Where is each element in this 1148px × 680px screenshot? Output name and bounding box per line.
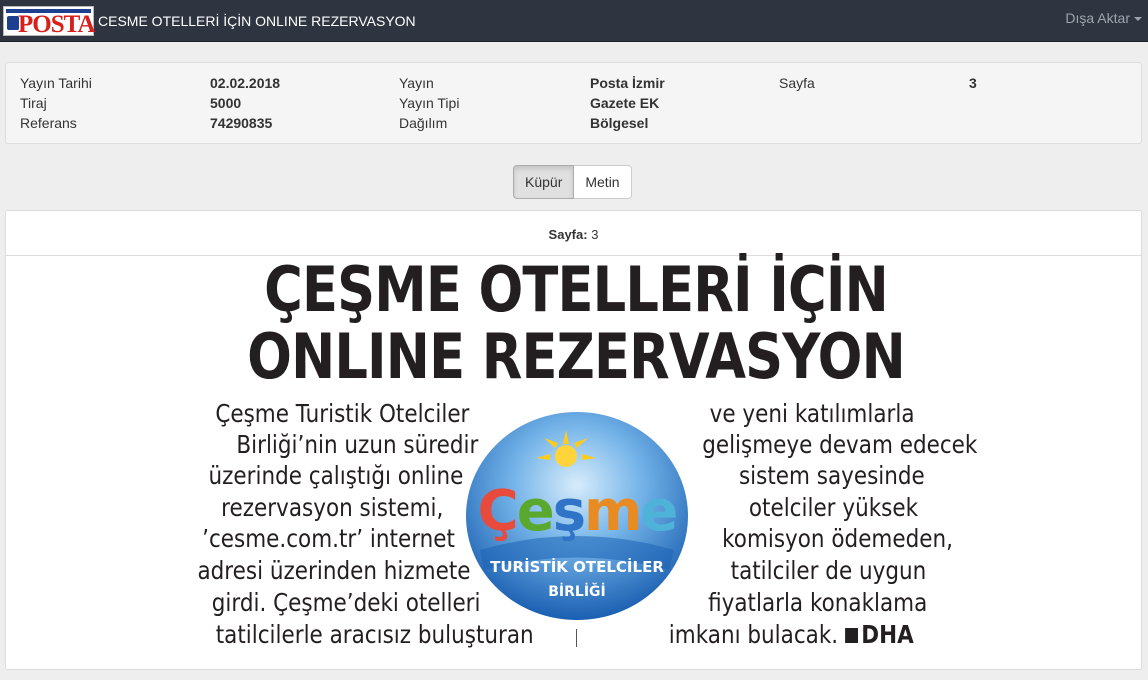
emblem-line-2: BİRLİĞİ: [548, 582, 606, 600]
value-referans: 74290835: [210, 115, 273, 131]
label-yayin-tarihi: Yayın Tarihi: [20, 75, 92, 91]
publication-info-panel: Yayın Tarihi 02.02.2018 Tiraj 5000 Refer…: [5, 62, 1142, 144]
metin-button[interactable]: Metin: [574, 165, 632, 199]
label-referans: Referans: [20, 115, 77, 131]
logo-text: POSTA: [18, 11, 95, 38]
export-dropdown[interactable]: Dışa Aktar: [1065, 9, 1142, 27]
article-line: üzerinde çalıştığı online: [208, 461, 463, 490]
wordmark-e2: e: [640, 479, 676, 544]
label-sayfa: Sayfa: [779, 75, 815, 91]
wordmark-c: Ç: [478, 479, 517, 544]
article-line: gelişmeye devam edecek: [702, 430, 978, 459]
posta-logo: POSTA: [3, 6, 95, 38]
article-line: adresi üzerinden hizmete: [197, 556, 471, 585]
article-line: sistem sayesinde: [738, 461, 925, 490]
value-yayin-tipi: Gazete EK: [590, 95, 660, 111]
wordmark-e: e: [517, 479, 553, 544]
column-divider: [576, 629, 577, 647]
emblem-line-1: TURİSTİK OTELCİLER: [490, 557, 664, 576]
clipping-panel: Sayfa: 3 ÇEŞME OTELLERİ İÇİN ONLINE REZE…: [5, 210, 1142, 670]
label-yayin: Yayın: [399, 75, 434, 91]
caret-down-icon: [1134, 17, 1142, 22]
square-bullet-icon: [844, 628, 858, 643]
article-line: ’cesme.com.tr’ internet: [202, 524, 455, 553]
article-line-last: imkanı bulacak. DHA: [668, 620, 914, 650]
article-line: imkanı bulacak.: [668, 620, 839, 649]
article-line: otelciler yüksek: [748, 493, 919, 522]
emblem-wordmark: Çeşme: [478, 479, 677, 544]
wordmark-m: m: [584, 479, 640, 544]
byline: DHA: [861, 620, 914, 649]
top-navbar: POSTA CESME OTELLERİ İÇİN ONLINE REZERVA…: [0, 0, 1148, 42]
article-line: komisyon ödemeden,: [722, 524, 953, 553]
article-line: fiyatlarla konaklama: [708, 588, 928, 617]
article-line: ve yeni katılımlarla: [709, 399, 915, 428]
export-label: Dışa Aktar: [1065, 10, 1130, 26]
kupur-button[interactable]: Küpür: [513, 165, 575, 199]
value-tiraj: 5000: [210, 95, 242, 111]
value-dagilim: Bölgesel: [590, 115, 649, 131]
page-number: 3: [591, 227, 599, 242]
label-tiraj: Tiraj: [20, 95, 47, 111]
headline-line-2: ONLINE REZERVASYON: [247, 320, 906, 393]
page-label: Sayfa:: [548, 227, 588, 242]
view-toggle: Küpür Metin: [513, 165, 632, 199]
clipping-page-header: Sayfa: 3: [6, 211, 1141, 256]
cesme-hotel-association-emblem: Çeşme TURİSTİK OTELCİLER BİRLİĞİ: [466, 412, 688, 620]
value-sayfa: 3: [969, 75, 977, 91]
article-line: girdi. Çeşme’deki otelleri: [211, 588, 480, 617]
label-dagilim: Dağılım: [399, 115, 448, 131]
page-title: CESME OTELLERİ İÇİN ONLINE REZERVASYON: [98, 13, 416, 29]
article-line: Çeşme Turistik Otelciler: [214, 399, 469, 428]
wordmark-s: ş: [553, 479, 584, 544]
label-yayin-tipi: Yayın Tipi: [399, 95, 460, 111]
value-yayin-tarihi: 02.02.2018: [210, 75, 281, 91]
article-line: tatilcilerle aracısız buluşturan: [216, 620, 534, 649]
headline-line-1: ÇEŞME OTELLERİ İÇİN: [264, 253, 889, 326]
value-yayin: Posta İzmir: [590, 75, 665, 91]
article-line: rezervasyon sistemi,: [220, 493, 443, 522]
article-line: tatilciler de uygun: [730, 556, 927, 585]
article-line: Birliği’nin uzun süredir: [236, 430, 478, 459]
